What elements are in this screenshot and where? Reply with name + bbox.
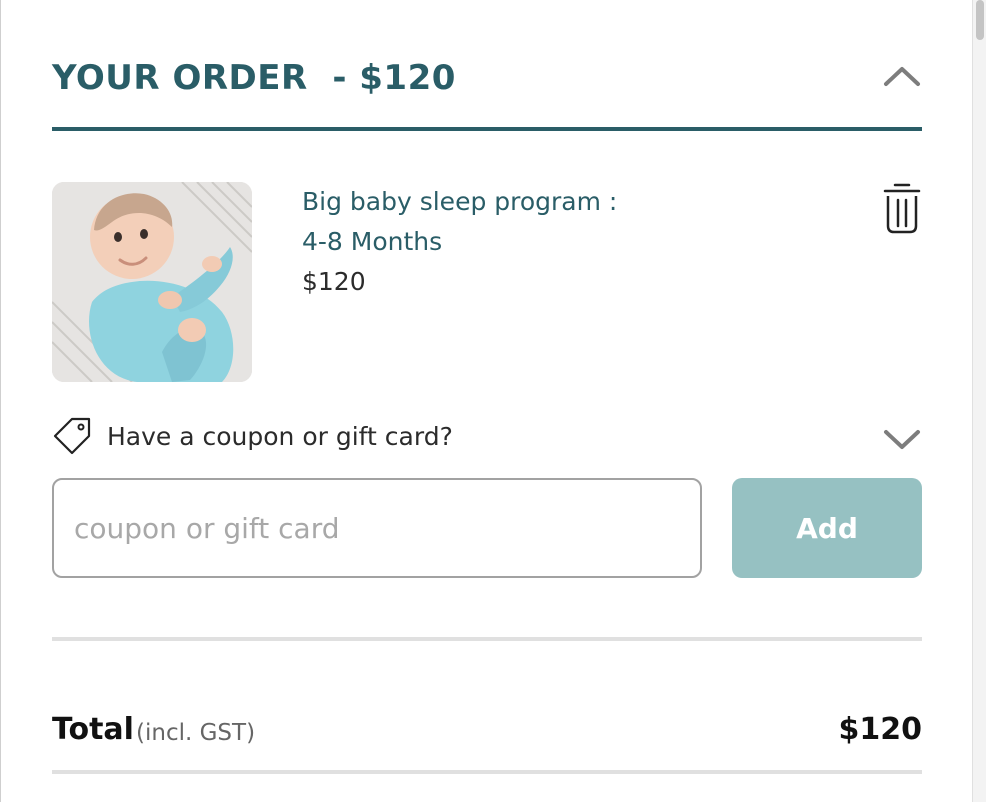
product-name-line2: 4-8 Months (302, 227, 443, 256)
trash-icon (883, 183, 921, 234)
order-summary-panel: YOUR ORDER - $120 Big baby sleep program… (52, 0, 922, 802)
coupon-toggle-label: Have a coupon or gift card? (107, 422, 453, 451)
collapse-order-button[interactable] (882, 56, 922, 96)
product-details: Big baby sleep program : 4-8 Months $120 (302, 182, 822, 302)
product-name-line1: Big baby sleep program : (302, 187, 618, 216)
chevron-down-icon (884, 430, 920, 449)
bottom-divider (52, 770, 922, 774)
section-divider (52, 637, 922, 641)
total-tax-note: (incl. GST) (136, 720, 256, 746)
chevron-up-icon (884, 67, 920, 86)
order-title: YOUR ORDER - $120 (52, 58, 456, 98)
coupon-toggle[interactable]: Have a coupon or gift card? (52, 414, 922, 460)
add-coupon-button[interactable]: Add (732, 478, 922, 578)
scrollbar-thumb[interactable] (976, 0, 984, 40)
total-label: Total (52, 712, 134, 747)
product-price: $120 (302, 267, 366, 296)
remove-item-button[interactable] (882, 182, 922, 234)
coupon-input[interactable] (52, 478, 702, 578)
tag-icon (53, 417, 91, 455)
total-row: Total (incl. GST) $120 (52, 706, 922, 752)
product-image (52, 182, 252, 382)
page-left-edge (0, 0, 1, 802)
header-divider (52, 127, 922, 131)
scrollbar[interactable] (972, 0, 986, 802)
total-amount: $120 (838, 712, 923, 747)
order-header: YOUR ORDER - $120 (52, 50, 922, 106)
